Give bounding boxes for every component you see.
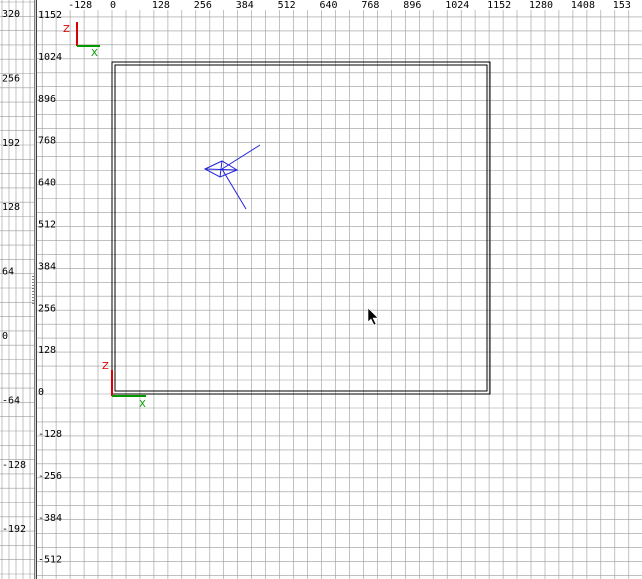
x-tick-label: 128	[152, 0, 170, 11]
y-tick-label: -512	[38, 555, 62, 566]
x-tick-label: 1152	[487, 0, 511, 11]
entity-target-line	[221, 168, 247, 210]
y-tick-label: 512	[38, 220, 56, 231]
x-tick-label: 153	[613, 0, 631, 11]
x-tick-label: -128	[68, 0, 92, 11]
main-2d-viewport[interactable]: -128 0 128 256 384 512 640 768 896 1024 1152 1280 14…	[0, 0, 642, 579]
axis-gizmo-top: Z X	[63, 22, 100, 59]
y-tick-label: 1024	[38, 52, 62, 63]
x-tick-label: 1408	[571, 0, 595, 11]
x-tick-label: 256	[194, 0, 212, 11]
y-tick-label: 384	[38, 261, 56, 272]
y-tick-label: 640	[38, 178, 56, 189]
y-tick-label: -384	[38, 513, 62, 524]
gizmo-origin-z-label: Z	[102, 361, 109, 372]
y-tick-label: 128	[38, 345, 56, 356]
y-tick-label: -256	[38, 471, 62, 482]
y-tick-label: 768	[38, 136, 56, 147]
gizmo-top-x-label: X	[91, 48, 98, 59]
y-tick-label: 896	[38, 94, 56, 105]
axis-gizmo-origin: Z X	[102, 361, 146, 410]
arrow-cursor-icon	[367, 307, 379, 326]
x-tick-label: 1280	[529, 0, 553, 11]
gizmo-origin-x-label: X	[139, 399, 146, 410]
x-tick-label: 1024	[445, 0, 469, 11]
gizmo-top-z-label: Z	[63, 24, 70, 35]
x-tick-label: 640	[320, 0, 338, 11]
y-tick-label: 0	[38, 387, 44, 398]
x-tick-label: 896	[403, 0, 421, 11]
x-tick-label: 384	[236, 0, 254, 11]
y-tick-label: -128	[38, 429, 62, 440]
entity-direction-line	[221, 144, 261, 170]
x-tick-label: 0	[110, 0, 116, 11]
y-tick-label: 1152	[38, 10, 62, 21]
x-tick-label: 768	[361, 0, 379, 11]
editor-viewport-area: 320 256 192 128 64 0 -64 -128 -192 -128 0 128 256 38…	[0, 0, 642, 579]
y-tick-label: 256	[38, 303, 56, 314]
x-tick-label: 512	[278, 0, 296, 11]
